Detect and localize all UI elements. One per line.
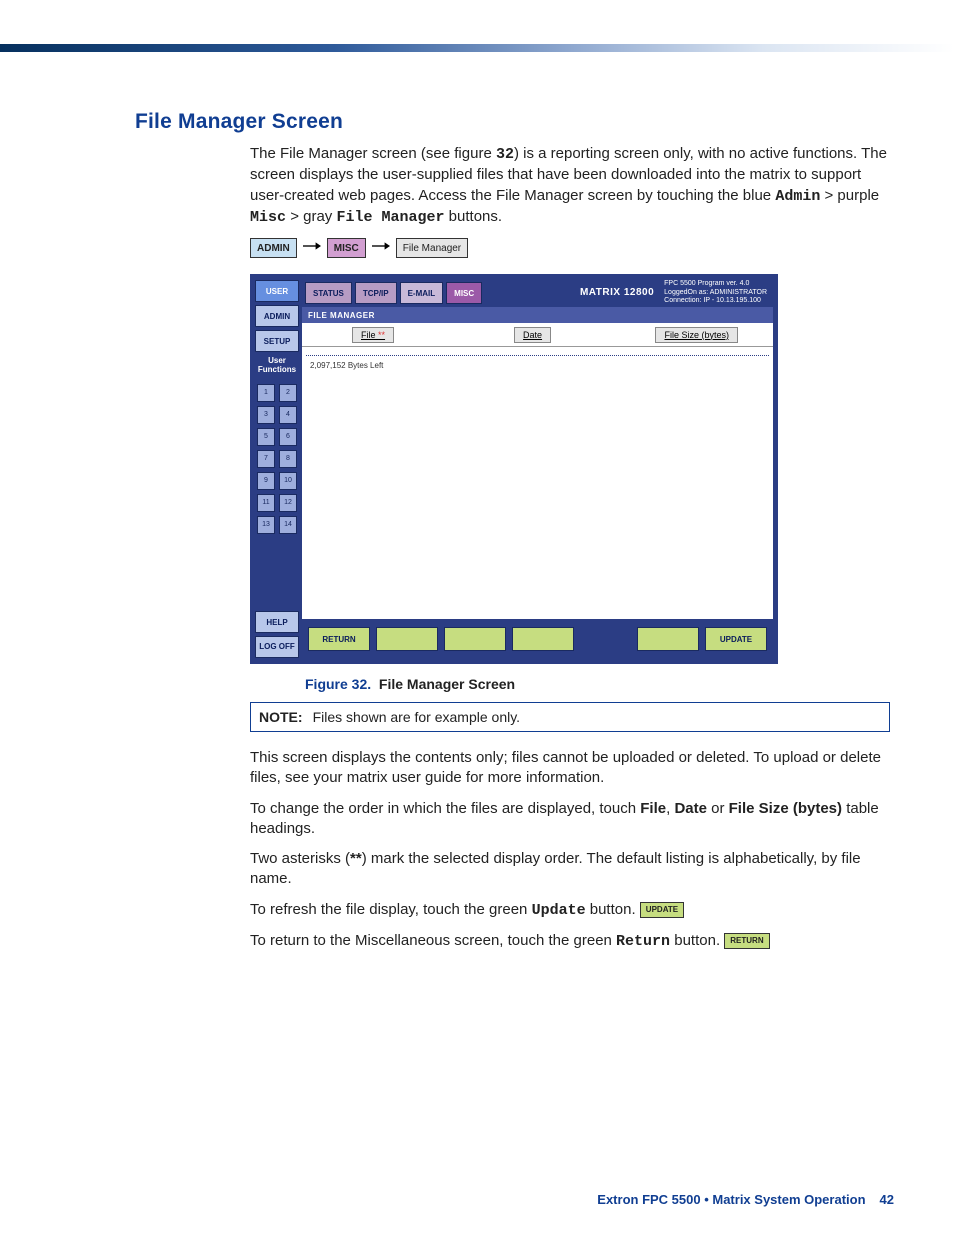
- list-divider: [306, 355, 769, 356]
- paragraph: Two asterisks (**) mark the selected dis…: [250, 849, 890, 890]
- header-gradient: [0, 44, 954, 52]
- column-filesize-header[interactable]: File Size (bytes): [655, 327, 738, 343]
- keypad-key[interactable]: 6: [279, 428, 297, 446]
- note-text: Files shown are for example only.: [313, 709, 521, 725]
- screenshot-panel: USER ADMIN SETUP User Functions 1 2 3 4 …: [250, 274, 778, 664]
- breadcrumb-admin-button: ADMIN: [250, 238, 297, 258]
- action-blank-button[interactable]: .: [637, 627, 699, 651]
- tab-misc[interactable]: MISC: [446, 282, 482, 304]
- column-file-header[interactable]: File **: [352, 327, 394, 343]
- inline-update-button: UPDATE: [640, 902, 684, 918]
- inline-return-button: RETURN: [724, 933, 769, 949]
- keypad-key[interactable]: 2: [279, 384, 297, 402]
- keypad-key[interactable]: 12: [279, 494, 297, 512]
- bytes-left-label: 2,097,152 Bytes Left: [310, 361, 383, 370]
- tab-tcpip[interactable]: TCP/IP: [355, 282, 397, 304]
- paragraph: To return to the Miscellaneous screen, t…: [250, 931, 890, 952]
- header-status-lines: FPC 5500 Program ver. 4.0 LoggedOn as: A…: [664, 280, 767, 305]
- list-header: File ** Date File Size (bytes): [302, 323, 773, 347]
- file-list-body: 2,097,152 Bytes Left: [302, 347, 773, 619]
- page-footer: Extron FPC 5500 • Matrix System Operatio…: [597, 1192, 894, 1207]
- sidebar-admin-button[interactable]: ADMIN: [255, 305, 299, 327]
- action-row: RETURN . . . . UPDATE: [302, 619, 773, 659]
- sidebar: USER ADMIN SETUP User Functions 1 2 3 4 …: [252, 276, 302, 662]
- column-date-header[interactable]: Date: [514, 327, 551, 343]
- keypad-key[interactable]: 3: [257, 406, 275, 424]
- tab-status[interactable]: STATUS: [305, 282, 352, 304]
- intro-paragraph: The File Manager screen (see figure 32) …: [250, 144, 890, 228]
- paragraph: To refresh the file display, touch the g…: [250, 900, 890, 921]
- keypad-key[interactable]: 13: [257, 516, 275, 534]
- sidebar-keypad: 1 2 3 4 5 6 7 8 9 10 11 12 13 14: [257, 384, 297, 534]
- keypad-key[interactable]: 7: [257, 450, 275, 468]
- keypad-key[interactable]: 9: [257, 472, 275, 490]
- sidebar-user-button[interactable]: USER: [255, 280, 299, 302]
- paragraph: This screen displays the contents only; …: [250, 748, 890, 789]
- keypad-key[interactable]: 10: [279, 472, 297, 490]
- keypad-key[interactable]: 14: [279, 516, 297, 534]
- sidebar-help-button[interactable]: HELP: [255, 611, 299, 633]
- sidebar-user-functions-label: User Functions: [255, 357, 299, 375]
- breadcrumb: ADMIN MISC File Manager: [250, 238, 895, 258]
- keypad-key[interactable]: 1: [257, 384, 275, 402]
- arrow-right-icon: [372, 239, 390, 257]
- sidebar-setup-button[interactable]: SETUP: [255, 330, 299, 352]
- action-blank-button[interactable]: .: [376, 627, 438, 651]
- keypad-key[interactable]: 11: [257, 494, 275, 512]
- update-button[interactable]: UPDATE: [705, 627, 767, 651]
- keypad-key[interactable]: 8: [279, 450, 297, 468]
- return-button[interactable]: RETURN: [308, 627, 370, 651]
- action-blank-button[interactable]: .: [444, 627, 506, 651]
- file-manager-title-bar: FILE MANAGER: [302, 307, 773, 323]
- breadcrumb-filemanager-button: File Manager: [396, 238, 468, 258]
- tab-email[interactable]: E-MAIL: [400, 282, 444, 304]
- action-blank-button[interactable]: .: [512, 627, 574, 651]
- arrow-right-icon: [303, 239, 321, 257]
- keypad-key[interactable]: 5: [257, 428, 275, 446]
- breadcrumb-misc-button: MISC: [327, 238, 366, 258]
- tabs-row: STATUS TCP/IP E-MAIL MISC MATRIX 12800 F…: [302, 279, 773, 307]
- figure-caption: Figure 32. File Manager Screen: [305, 676, 778, 692]
- sidebar-logoff-button[interactable]: LOG OFF: [255, 636, 299, 658]
- section-heading: File Manager Screen: [135, 110, 895, 134]
- matrix-label: MATRIX 12800: [580, 287, 654, 298]
- keypad-key[interactable]: 4: [279, 406, 297, 424]
- paragraph: To change the order in which the files a…: [250, 799, 890, 840]
- note-label: NOTE:: [251, 709, 313, 725]
- note-box: NOTE: Files shown are for example only.: [250, 702, 890, 732]
